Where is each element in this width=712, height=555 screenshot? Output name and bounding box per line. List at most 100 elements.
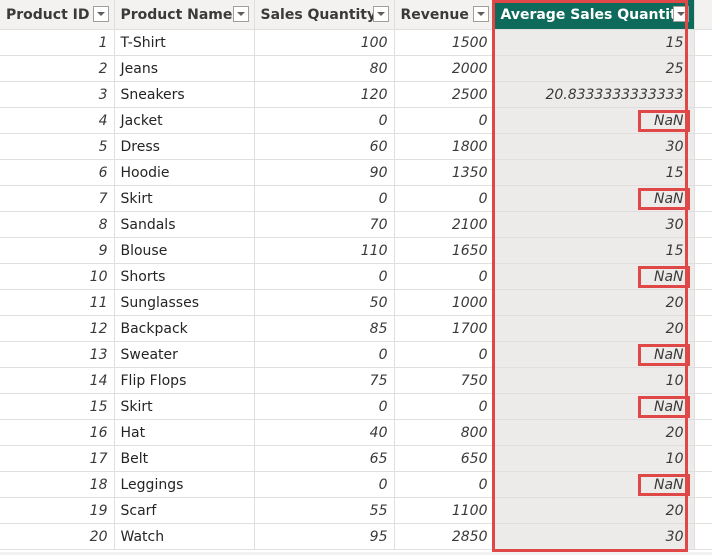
product-name-cell[interactable]: Jacket: [114, 107, 255, 134]
product-name-cell[interactable]: Shorts: [114, 263, 255, 290]
product-name-cell[interactable]: Scarf: [114, 497, 255, 524]
revenue-cell[interactable]: 800: [394, 419, 495, 446]
sales-quantity-cell[interactable]: 80: [254, 55, 395, 82]
product-name-cell[interactable]: Dress: [114, 133, 255, 160]
table-row[interactable]: 3 Sneakers 120 2500 20.8333333333333: [0, 81, 712, 108]
sales-quantity-cell[interactable]: 100: [254, 29, 395, 56]
filter-dropdown-icon[interactable]: [672, 6, 689, 22]
product-name-cell[interactable]: Hat: [114, 419, 255, 446]
product-id-cell[interactable]: 4: [0, 107, 115, 134]
table-row[interactable]: 15 Skirt 0 0 NaN: [0, 393, 712, 420]
table-row[interactable]: 20 Watch 95 2850 30: [0, 523, 712, 550]
revenue-cell[interactable]: 1650: [394, 237, 495, 264]
sales-quantity-cell[interactable]: 85: [254, 315, 395, 342]
sales-quantity-cell[interactable]: 95: [254, 523, 395, 550]
product-name-cell[interactable]: Blouse: [114, 237, 255, 264]
product-id-cell[interactable]: 7: [0, 185, 115, 212]
table-row[interactable]: 13 Sweater 0 0 NaN: [0, 341, 712, 368]
revenue-cell[interactable]: 750: [394, 367, 495, 394]
sales-quantity-cell[interactable]: 0: [254, 107, 395, 134]
table-row[interactable]: 12 Backpack 85 1700 20: [0, 315, 712, 342]
sales-quantity-cell[interactable]: 0: [254, 185, 395, 212]
product-id-cell[interactable]: 17: [0, 445, 115, 472]
table-row[interactable]: 2 Jeans 80 2000 25: [0, 55, 712, 82]
product-id-cell[interactable]: 12: [0, 315, 115, 342]
sales-quantity-cell[interactable]: 110: [254, 237, 395, 264]
product-name-cell[interactable]: Sunglasses: [114, 289, 255, 316]
sales-quantity-cell[interactable]: 0: [254, 471, 395, 498]
product-id-cell[interactable]: 15: [0, 393, 115, 420]
table-row[interactable]: 16 Hat 40 800 20: [0, 419, 712, 446]
sales-quantity-cell[interactable]: 50: [254, 289, 395, 316]
filter-dropdown-icon[interactable]: [372, 6, 389, 22]
product-name-cell[interactable]: Belt: [114, 445, 255, 472]
revenue-cell[interactable]: 2850: [394, 523, 495, 550]
product-name-cell[interactable]: T-Shirt: [114, 29, 255, 56]
product-name-cell[interactable]: Skirt: [114, 393, 255, 420]
product-id-cell[interactable]: 2: [0, 55, 115, 82]
column-header-revenue[interactable]: Revenue: [394, 0, 495, 30]
sales-quantity-cell[interactable]: 0: [254, 263, 395, 290]
revenue-cell[interactable]: 0: [394, 263, 495, 290]
average-sales-quantity-cell[interactable]: NaN: [494, 107, 695, 134]
revenue-cell[interactable]: 650: [394, 445, 495, 472]
average-sales-quantity-cell[interactable]: NaN: [494, 393, 695, 420]
product-name-cell[interactable]: Sandals: [114, 211, 255, 238]
filter-dropdown-icon[interactable]: [472, 6, 489, 22]
average-sales-quantity-cell[interactable]: NaN: [494, 185, 695, 212]
sales-quantity-cell[interactable]: 40: [254, 419, 395, 446]
revenue-cell[interactable]: 2500: [394, 81, 495, 108]
table-row[interactable]: 1 T-Shirt 100 1500 15: [0, 29, 712, 56]
average-sales-quantity-cell[interactable]: 20: [494, 289, 695, 316]
product-id-cell[interactable]: 18: [0, 471, 115, 498]
column-header-product-name[interactable]: Product Name: [114, 0, 255, 30]
average-sales-quantity-cell[interactable]: 15: [494, 29, 695, 56]
table-row[interactable]: 10 Shorts 0 0 NaN: [0, 263, 712, 290]
sales-quantity-cell[interactable]: 0: [254, 341, 395, 368]
average-sales-quantity-cell[interactable]: 10: [494, 445, 695, 472]
sales-quantity-cell[interactable]: 55: [254, 497, 395, 524]
product-id-cell[interactable]: 1: [0, 29, 115, 56]
table-row[interactable]: 11 Sunglasses 50 1000 20: [0, 289, 712, 316]
revenue-cell[interactable]: 1800: [394, 133, 495, 160]
average-sales-quantity-cell[interactable]: 30: [494, 133, 695, 160]
product-id-cell[interactable]: 11: [0, 289, 115, 316]
average-sales-quantity-cell[interactable]: 25: [494, 55, 695, 82]
product-id-cell[interactable]: 5: [0, 133, 115, 160]
sales-quantity-cell[interactable]: 70: [254, 211, 395, 238]
product-id-cell[interactable]: 20: [0, 523, 115, 550]
product-id-cell[interactable]: 6: [0, 159, 115, 186]
revenue-cell[interactable]: 0: [394, 107, 495, 134]
average-sales-quantity-cell[interactable]: 20: [494, 315, 695, 342]
revenue-cell[interactable]: 1000: [394, 289, 495, 316]
product-name-cell[interactable]: Backpack: [114, 315, 255, 342]
product-id-cell[interactable]: 10: [0, 263, 115, 290]
average-sales-quantity-cell[interactable]: 10: [494, 367, 695, 394]
average-sales-quantity-cell[interactable]: NaN: [494, 263, 695, 290]
product-name-cell[interactable]: Watch: [114, 523, 255, 550]
average-sales-quantity-cell[interactable]: 15: [494, 159, 695, 186]
revenue-cell[interactable]: 2000: [394, 55, 495, 82]
sales-quantity-cell[interactable]: 65: [254, 445, 395, 472]
revenue-cell[interactable]: 1350: [394, 159, 495, 186]
table-row[interactable]: 7 Skirt 0 0 NaN: [0, 185, 712, 212]
table-row[interactable]: 4 Jacket 0 0 NaN: [0, 107, 712, 134]
average-sales-quantity-cell[interactable]: 30: [494, 211, 695, 238]
column-header-average-sales-quantity[interactable]: Average Sales Quantity: [494, 0, 695, 30]
table-row[interactable]: 14 Flip Flops 75 750 10: [0, 367, 712, 394]
revenue-cell[interactable]: 0: [394, 185, 495, 212]
revenue-cell[interactable]: 2100: [394, 211, 495, 238]
average-sales-quantity-cell[interactable]: 20.8333333333333: [494, 81, 695, 108]
revenue-cell[interactable]: 1500: [394, 29, 495, 56]
product-id-cell[interactable]: 13: [0, 341, 115, 368]
table-row[interactable]: 5 Dress 60 1800 30: [0, 133, 712, 160]
revenue-cell[interactable]: 1100: [394, 497, 495, 524]
revenue-cell[interactable]: 0: [394, 393, 495, 420]
table-row[interactable]: 6 Hoodie 90 1350 15: [0, 159, 712, 186]
product-name-cell[interactable]: Hoodie: [114, 159, 255, 186]
column-header-product-id[interactable]: Product ID: [0, 0, 115, 30]
product-id-cell[interactable]: 19: [0, 497, 115, 524]
average-sales-quantity-cell[interactable]: NaN: [494, 471, 695, 498]
sales-quantity-cell[interactable]: 120: [254, 81, 395, 108]
product-name-cell[interactable]: Sweater: [114, 341, 255, 368]
